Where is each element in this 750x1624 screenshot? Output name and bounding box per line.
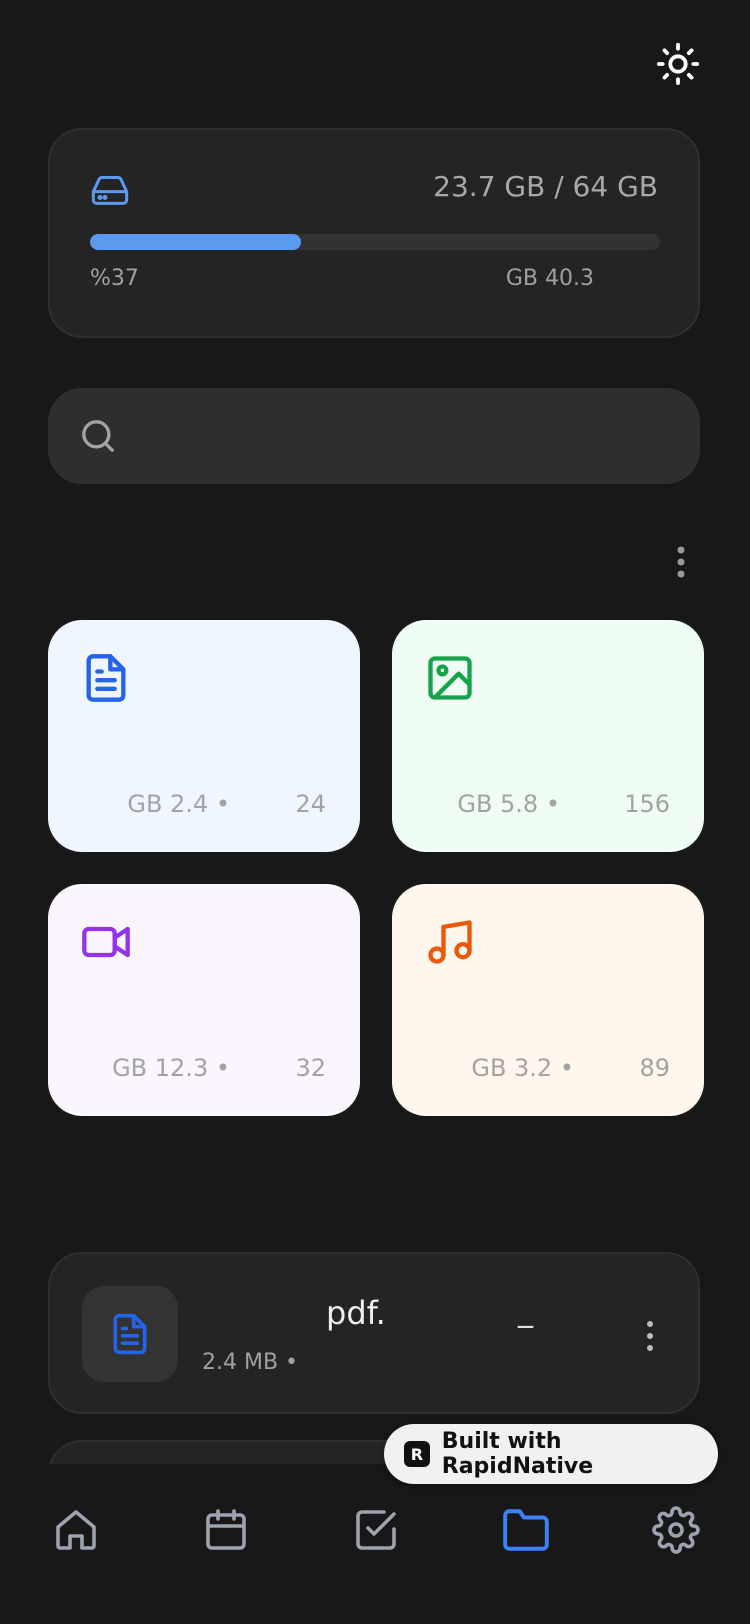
search-bar[interactable]	[48, 388, 700, 484]
file-name: pdf.	[326, 1294, 386, 1332]
category-size: GB 3.2 •	[471, 1054, 574, 1082]
hard-drive-icon	[91, 176, 129, 205]
file-thumbnail	[82, 1286, 178, 1382]
tab-calendar[interactable]	[196, 1500, 256, 1560]
built-with-label: Built with RapidNative	[441, 1429, 594, 1479]
category-size: GB 12.3 •	[112, 1054, 230, 1082]
tab-files[interactable]	[496, 1500, 556, 1560]
folder-icon	[503, 1509, 549, 1551]
calendar-icon	[206, 1509, 246, 1550]
checkbox-icon	[356, 1510, 396, 1550]
category-card-videos[interactable]: GB 12.3 • 32	[48, 884, 360, 1116]
category-card-documents[interactable]: GB 2.4 • 24	[48, 620, 360, 852]
category-count: 156	[624, 790, 670, 818]
category-count: 24	[295, 790, 326, 818]
more-options-button[interactable]	[666, 540, 696, 584]
file-meta: 2.4 MB •	[202, 1350, 299, 1375]
storage-progress-fill	[90, 234, 301, 250]
storage-free-label: GB 40.3	[505, 266, 594, 291]
category-count: 32	[295, 1054, 326, 1082]
more-vertical-icon	[677, 546, 685, 578]
category-card-music[interactable]: GB 3.2 • 89	[392, 884, 704, 1116]
document-icon	[86, 654, 126, 702]
category-size: GB 2.4 •	[127, 790, 230, 818]
storage-progress-bar	[90, 234, 660, 250]
home-icon	[56, 1510, 96, 1550]
tab-tasks[interactable]	[346, 1500, 406, 1560]
storage-percent-label: %37	[90, 266, 139, 291]
search-icon	[82, 420, 114, 452]
gear-icon	[652, 1506, 700, 1554]
tab-home[interactable]	[46, 1500, 106, 1560]
theme-toggle-button[interactable]	[650, 36, 706, 92]
storage-card: 23.7 GB / 64 GB %37 GB 40.3	[48, 128, 700, 338]
more-vertical-icon	[647, 1321, 653, 1351]
sun-icon	[656, 42, 700, 86]
music-icon	[428, 920, 472, 964]
category-size: GB 5.8 •	[457, 790, 560, 818]
category-count: 89	[639, 1054, 670, 1082]
storage-total-label: 23.7 GB / 64 GB	[433, 170, 658, 203]
search-input[interactable]	[138, 410, 662, 464]
bottom-tab-bar	[0, 1464, 750, 1624]
tab-settings[interactable]	[646, 1500, 706, 1560]
file-more-button[interactable]	[640, 1316, 660, 1356]
built-with-badge[interactable]: R Built with RapidNative	[384, 1424, 718, 1484]
rapidnative-logo: R	[404, 1441, 430, 1467]
file-date: _	[518, 1294, 533, 1329]
document-icon	[113, 1313, 147, 1355]
category-card-images[interactable]: GB 5.8 • 156	[392, 620, 704, 852]
video-icon	[82, 926, 130, 958]
image-icon	[428, 656, 472, 700]
file-list-item[interactable]: pdf. 2.4 MB • _	[48, 1252, 700, 1414]
